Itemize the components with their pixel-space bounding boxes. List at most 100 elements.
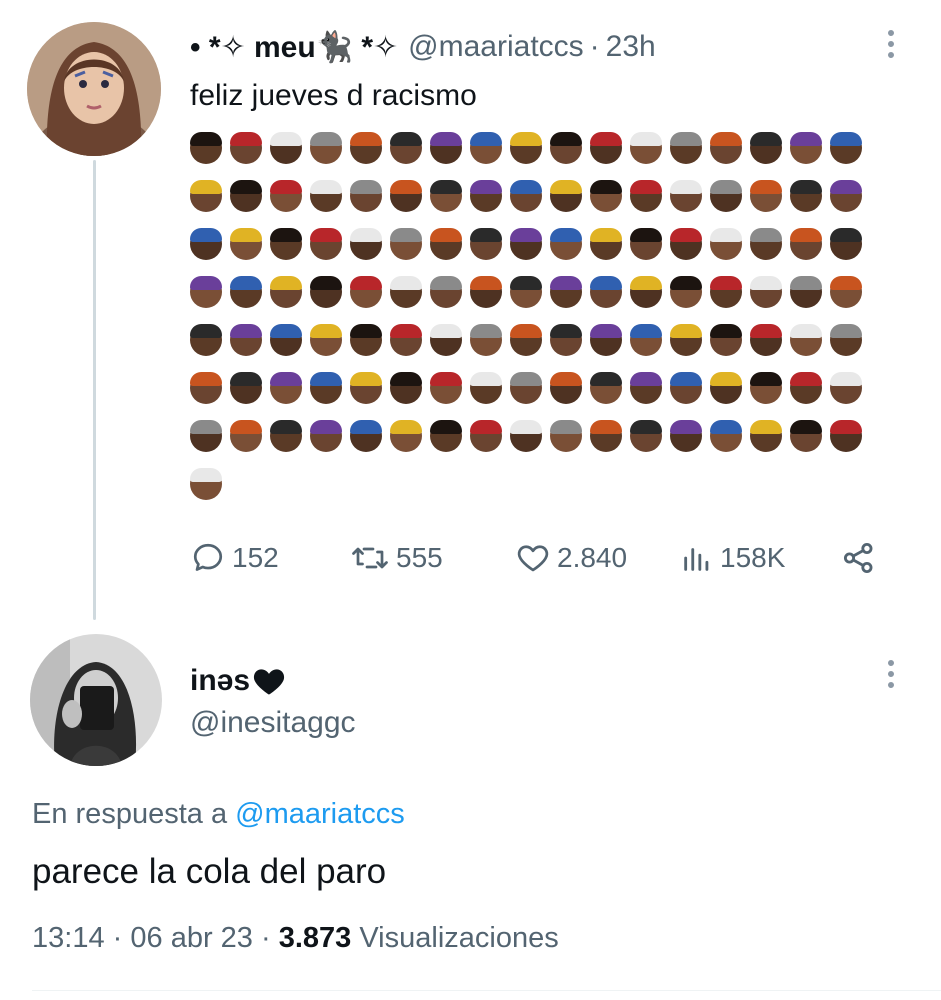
person-emoji-icon — [546, 172, 586, 220]
black-heart-icon — [253, 669, 285, 695]
tweet-actions: 152 555 2.840 158K — [190, 536, 890, 580]
person-emoji-icon — [186, 124, 226, 172]
person-emoji-icon — [546, 268, 586, 316]
person-emoji-icon — [546, 364, 586, 412]
person-emoji-icon — [466, 124, 506, 172]
reply-meta: 13:14 · 06 abr 23 · 3.873 Visualizacione… — [32, 922, 559, 955]
person-emoji-icon — [666, 268, 706, 316]
person-emoji-icon — [426, 364, 466, 412]
display-name[interactable]: • *✧ meu🐈‍⬛ *✧ — [190, 30, 398, 65]
person-emoji-icon — [746, 172, 786, 220]
person-emoji-icon — [746, 268, 786, 316]
person-emoji-icon — [466, 268, 506, 316]
person-emoji-icon — [266, 316, 306, 364]
like-button[interactable]: 2.840 — [515, 540, 680, 576]
person-emoji-icon — [546, 412, 586, 460]
reply-display-name[interactable]: inəs — [190, 664, 286, 698]
person-emoji-icon — [266, 172, 306, 220]
person-emoji-icon — [346, 364, 386, 412]
person-emoji-icon — [386, 220, 426, 268]
person-emoji-icon — [706, 124, 746, 172]
person-emoji-icon — [586, 124, 626, 172]
person-emoji-icon — [706, 364, 746, 412]
like-count: 2.840 — [557, 542, 628, 573]
person-emoji-icon — [786, 268, 826, 316]
person-emoji-icon — [786, 364, 826, 412]
views-button[interactable]: 158K — [680, 540, 840, 576]
reply-to-link[interactable]: @maariatccs — [235, 798, 405, 830]
person-emoji-icon — [746, 412, 786, 460]
person-emoji-icon — [186, 460, 226, 508]
person-emoji-icon — [706, 220, 746, 268]
reply-date[interactable]: 06 abr 23 — [130, 922, 253, 954]
person-emoji-icon — [666, 172, 706, 220]
person-emoji-icon — [466, 316, 506, 364]
person-emoji-icon — [746, 316, 786, 364]
separator: · — [589, 30, 600, 63]
person-emoji-icon — [586, 268, 626, 316]
reply-icon — [193, 543, 223, 571]
person-emoji-icon — [826, 316, 866, 364]
reply-prefix: En respuesta a — [32, 798, 236, 830]
person-emoji-icon — [306, 124, 346, 172]
person-emoji-icon — [666, 412, 706, 460]
person-emoji-icon — [386, 268, 426, 316]
share-button[interactable] — [840, 539, 884, 577]
person-emoji-icon — [706, 268, 746, 316]
person-emoji-icon — [506, 316, 546, 364]
person-emoji-icon — [186, 172, 226, 220]
reply-views-label[interactable]: Visualizaciones — [359, 922, 558, 954]
person-emoji-icon — [226, 172, 266, 220]
retweet-button[interactable]: 555 — [350, 540, 515, 576]
person-emoji-icon — [506, 364, 546, 412]
more-icon[interactable] — [886, 660, 896, 688]
person-emoji-icon — [626, 316, 666, 364]
views-count: 158K — [720, 542, 786, 573]
person-emoji-icon — [426, 316, 466, 364]
person-emoji-icon — [586, 316, 626, 364]
person-emoji-icon — [386, 124, 426, 172]
like-icon — [517, 545, 549, 572]
person-emoji-icon — [786, 316, 826, 364]
reply-button[interactable]: 152 — [190, 540, 350, 576]
person-emoji-icon — [626, 124, 666, 172]
more-icon[interactable] — [886, 30, 896, 58]
person-emoji-icon — [346, 268, 386, 316]
person-emoji-icon — [546, 220, 586, 268]
person-emoji-icon — [346, 172, 386, 220]
person-emoji-icon — [386, 364, 426, 412]
person-emoji-icon — [426, 124, 466, 172]
person-emoji-icon — [586, 412, 626, 460]
person-emoji-icon — [746, 124, 786, 172]
person-emoji-icon — [266, 220, 306, 268]
person-emoji-icon — [626, 412, 666, 460]
person-emoji-icon — [306, 220, 346, 268]
person-emoji-icon — [426, 172, 466, 220]
person-emoji-icon — [186, 220, 226, 268]
reply-count: 152 — [232, 542, 279, 573]
person-emoji-icon — [186, 316, 226, 364]
person-emoji-icon — [226, 220, 266, 268]
person-emoji-icon — [426, 412, 466, 460]
person-emoji-icon — [826, 364, 866, 412]
person-emoji-icon — [186, 412, 226, 460]
person-emoji-icon — [266, 364, 306, 412]
reply-user-handle[interactable]: @inesitaggc — [190, 706, 356, 740]
person-emoji-icon — [466, 412, 506, 460]
person-emoji-icon — [826, 220, 866, 268]
person-emoji-icon — [306, 172, 346, 220]
tweet-time[interactable]: 23h — [606, 30, 656, 64]
avatar[interactable] — [27, 22, 161, 156]
avatar[interactable] — [30, 634, 162, 766]
person-emoji-icon — [586, 220, 626, 268]
person-emoji-icon — [826, 124, 866, 172]
person-emoji-icon — [786, 412, 826, 460]
reply-time[interactable]: 13:14 — [32, 922, 105, 954]
person-emoji-icon — [426, 220, 466, 268]
person-emoji-icon — [306, 316, 346, 364]
retweet-icon — [352, 547, 388, 569]
person-emoji-icon — [826, 412, 866, 460]
person-emoji-icon — [786, 124, 826, 172]
person-emoji-icon — [786, 172, 826, 220]
user-handle[interactable]: @maariatccs — [408, 30, 584, 64]
